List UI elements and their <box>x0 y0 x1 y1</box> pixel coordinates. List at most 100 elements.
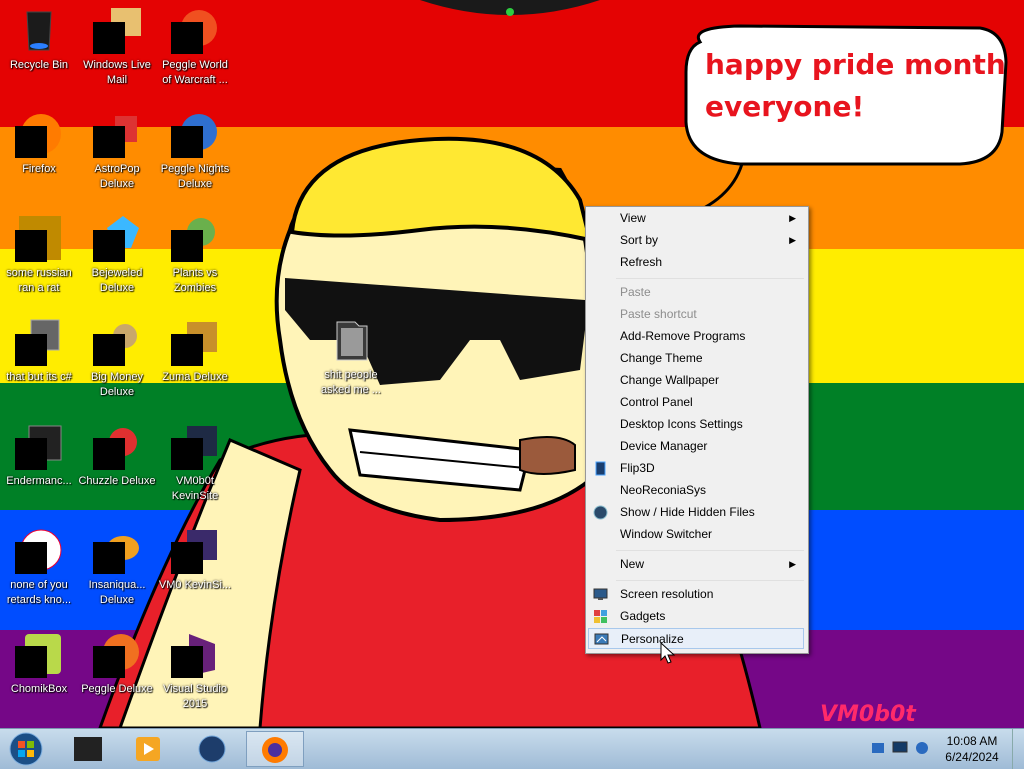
desktop-icon-astropop[interactable]: AstroPop Deluxe <box>78 110 156 192</box>
menu-item-change-theme[interactable]: Change Theme <box>588 348 804 369</box>
tray-network-icon[interactable] <box>870 740 886 756</box>
menu-item-label: Desktop Icons Settings <box>620 417 743 431</box>
desktop-icon-chuzzle[interactable]: Chuzzle Deluxe <box>78 422 156 489</box>
desktop-icon-russian-rat[interactable]: some russian ran a rat <box>0 214 78 296</box>
menu-item-personalize[interactable]: Personalize <box>588 628 804 649</box>
desktop-icon-visual-studio[interactable]: Visual Studio 2015 <box>156 630 234 712</box>
clock-time: 10:08 AM <box>946 734 998 748</box>
menu-item-label: Gadgets <box>620 609 666 623</box>
desktop-icon-zuma[interactable]: Zuma Deluxe <box>156 318 234 385</box>
zuma-icon <box>171 318 219 366</box>
desktop-icon-chomikbox[interactable]: ChomikBox <box>0 630 78 697</box>
menu-item-label: Screen resolution <box>620 587 714 601</box>
icon-label: none of you retards kno... <box>6 579 72 606</box>
clock-date: 6/24/2024 <box>945 750 999 764</box>
desktop-icon-windows-live-mail[interactable]: Windows Live Mail <box>78 6 156 88</box>
desktop-icon-pvz[interactable]: Plants vs Zombies <box>156 214 234 296</box>
icon-label: Windows Live Mail <box>83 59 151 86</box>
globe-icon <box>198 735 226 763</box>
tray-sound-icon[interactable] <box>914 740 930 756</box>
menu-item-label: Window Switcher <box>620 527 713 541</box>
menu-item-refresh[interactable]: Refresh <box>588 252 804 273</box>
submenu-arrow-icon: ▶ <box>789 559 796 569</box>
globe-icon <box>593 505 608 520</box>
icon-label: ChomikBox <box>10 683 68 695</box>
menu-item-label: Control Panel <box>620 395 693 409</box>
desktop-icon-endermanc[interactable]: Endermanc... <box>0 422 78 489</box>
icon-label: Peggle World of Warcraft ... <box>162 59 228 86</box>
desktop-icon-peggle-wow[interactable]: Peggle World of Warcraft ... <box>156 6 234 88</box>
visual-studio-icon <box>171 630 219 678</box>
taskbar-firefox-button[interactable] <box>246 731 304 767</box>
show-desktop-button[interactable] <box>1012 729 1024 769</box>
desktop-icon-peggle-deluxe[interactable]: Peggle Deluxe <box>78 630 156 697</box>
menu-item-window-switcher[interactable]: Window Switcher <box>588 524 804 545</box>
speech-line-2: everyone! <box>705 90 865 123</box>
icon-label: AstroPop Deluxe <box>94 163 140 190</box>
menu-item-sort-by[interactable]: Sort by ▶ <box>588 230 804 251</box>
desktop-icon-folder[interactable]: shit people asked me ... <box>312 316 390 398</box>
menu-item-new[interactable]: New ▶ <box>588 554 804 575</box>
icon-label: Zuma Deluxe <box>162 371 228 383</box>
menu-item-label: Add-Remove Programs <box>620 329 746 343</box>
monitor-icon <box>593 588 608 600</box>
icon-label: Endermanc... <box>6 475 72 487</box>
personalize-icon <box>594 633 609 645</box>
taskbar-clock[interactable]: 10:08 AM 6/24/2024 <box>935 733 1009 765</box>
desktop-icon-bejeweled[interactable]: Bejeweled Deluxe <box>78 214 156 296</box>
menu-item-label: Sort by <box>620 233 659 247</box>
peggle-icon <box>93 630 141 678</box>
mouse-cursor-icon <box>660 642 676 664</box>
icon-label: Visual Studio 2015 <box>162 683 227 710</box>
menu-item-show-hide-hidden-files[interactable]: Show / Hide Hidden Files <box>588 502 804 523</box>
menu-item-paste: Paste <box>588 282 804 303</box>
menu-item-label: Paste <box>620 285 651 299</box>
desktop-icon-peggle-nights[interactable]: Peggle Nights Deluxe <box>156 110 234 192</box>
windows-logo-icon <box>9 732 43 766</box>
desktop-icon-vm0-kevinsite[interactable]: VM0 KevinSi... <box>156 526 234 593</box>
desktop-icon-insaniquarium[interactable]: Insaniqua... Deluxe <box>78 526 156 608</box>
desktop-icon-firefox[interactable]: Firefox <box>0 110 78 177</box>
taskbar-globe-button[interactable] <box>184 731 240 767</box>
taskbar-media-player-button[interactable] <box>120 731 176 767</box>
desktop[interactable]: happy pride month everyone! VM0b0t Recyc… <box>0 0 1024 728</box>
icon-label: Plants vs Zombies <box>172 267 218 294</box>
menu-item-label: Flip3D <box>620 461 655 475</box>
desktop-icon-vm0b0t-kevinsite[interactable]: VM0b0t KevinSite <box>156 422 234 504</box>
menu-item-device-manager[interactable]: Device Manager <box>588 436 804 457</box>
desktop-icon-none-of-you[interactable]: none of you retards kno... <box>0 526 78 608</box>
menu-separator <box>616 278 804 279</box>
menu-item-label: Show / Hide Hidden Files <box>620 505 755 519</box>
menu-item-control-panel[interactable]: Control Panel <box>588 392 804 413</box>
menu-item-paste-shortcut: Paste shortcut <box>588 304 804 325</box>
tray-monitor-icon[interactable] <box>892 740 908 756</box>
submenu-arrow-icon: ▶ <box>789 213 796 223</box>
icon-label: VM0b0t KevinSite <box>171 475 219 502</box>
chomikbox-icon <box>15 630 63 678</box>
menu-item-change-wallpaper[interactable]: Change Wallpaper <box>588 370 804 391</box>
fish-icon <box>93 526 141 574</box>
menu-item-flip3d[interactable]: Flip3D <box>588 458 804 479</box>
menu-item-add-remove-programs[interactable]: Add-Remove Programs <box>588 326 804 347</box>
desktop-icon-that-but[interactable]: that but its c# <box>0 318 78 385</box>
shortcut-icon <box>171 526 219 574</box>
start-button[interactable] <box>6 730 46 768</box>
menu-item-screen-resolution[interactable]: Screen resolution <box>588 584 804 605</box>
flip3d-icon <box>595 461 606 476</box>
menu-item-label: Change Theme <box>620 351 703 365</box>
desktop-icon-recycle-bin[interactable]: Recycle Bin <box>0 6 78 73</box>
desktop-icon-big-money[interactable]: Big Money Deluxe <box>78 318 156 400</box>
menu-item-gadgets[interactable]: Gadgets <box>588 606 804 627</box>
icon-label: Chuzzle Deluxe <box>78 475 156 487</box>
menu-item-desktop-icons-settings[interactable]: Desktop Icons Settings <box>588 414 804 435</box>
menu-item-view[interactable]: View ▶ <box>588 208 804 229</box>
gem-icon <box>93 214 141 262</box>
menu-item-label: View <box>620 211 646 225</box>
speech-text: happy pride month everyone! <box>705 44 1006 128</box>
icon-label: Peggle Deluxe <box>81 683 153 695</box>
taskbar-app-button[interactable] <box>60 731 116 767</box>
submenu-arrow-icon: ▶ <box>789 235 796 245</box>
icon-label: VM0 KevinSi... <box>158 579 232 591</box>
icon-label: Insaniqua... Deluxe <box>88 579 146 606</box>
menu-item-neoreconiasys[interactable]: NeoReconiaSys <box>588 480 804 501</box>
